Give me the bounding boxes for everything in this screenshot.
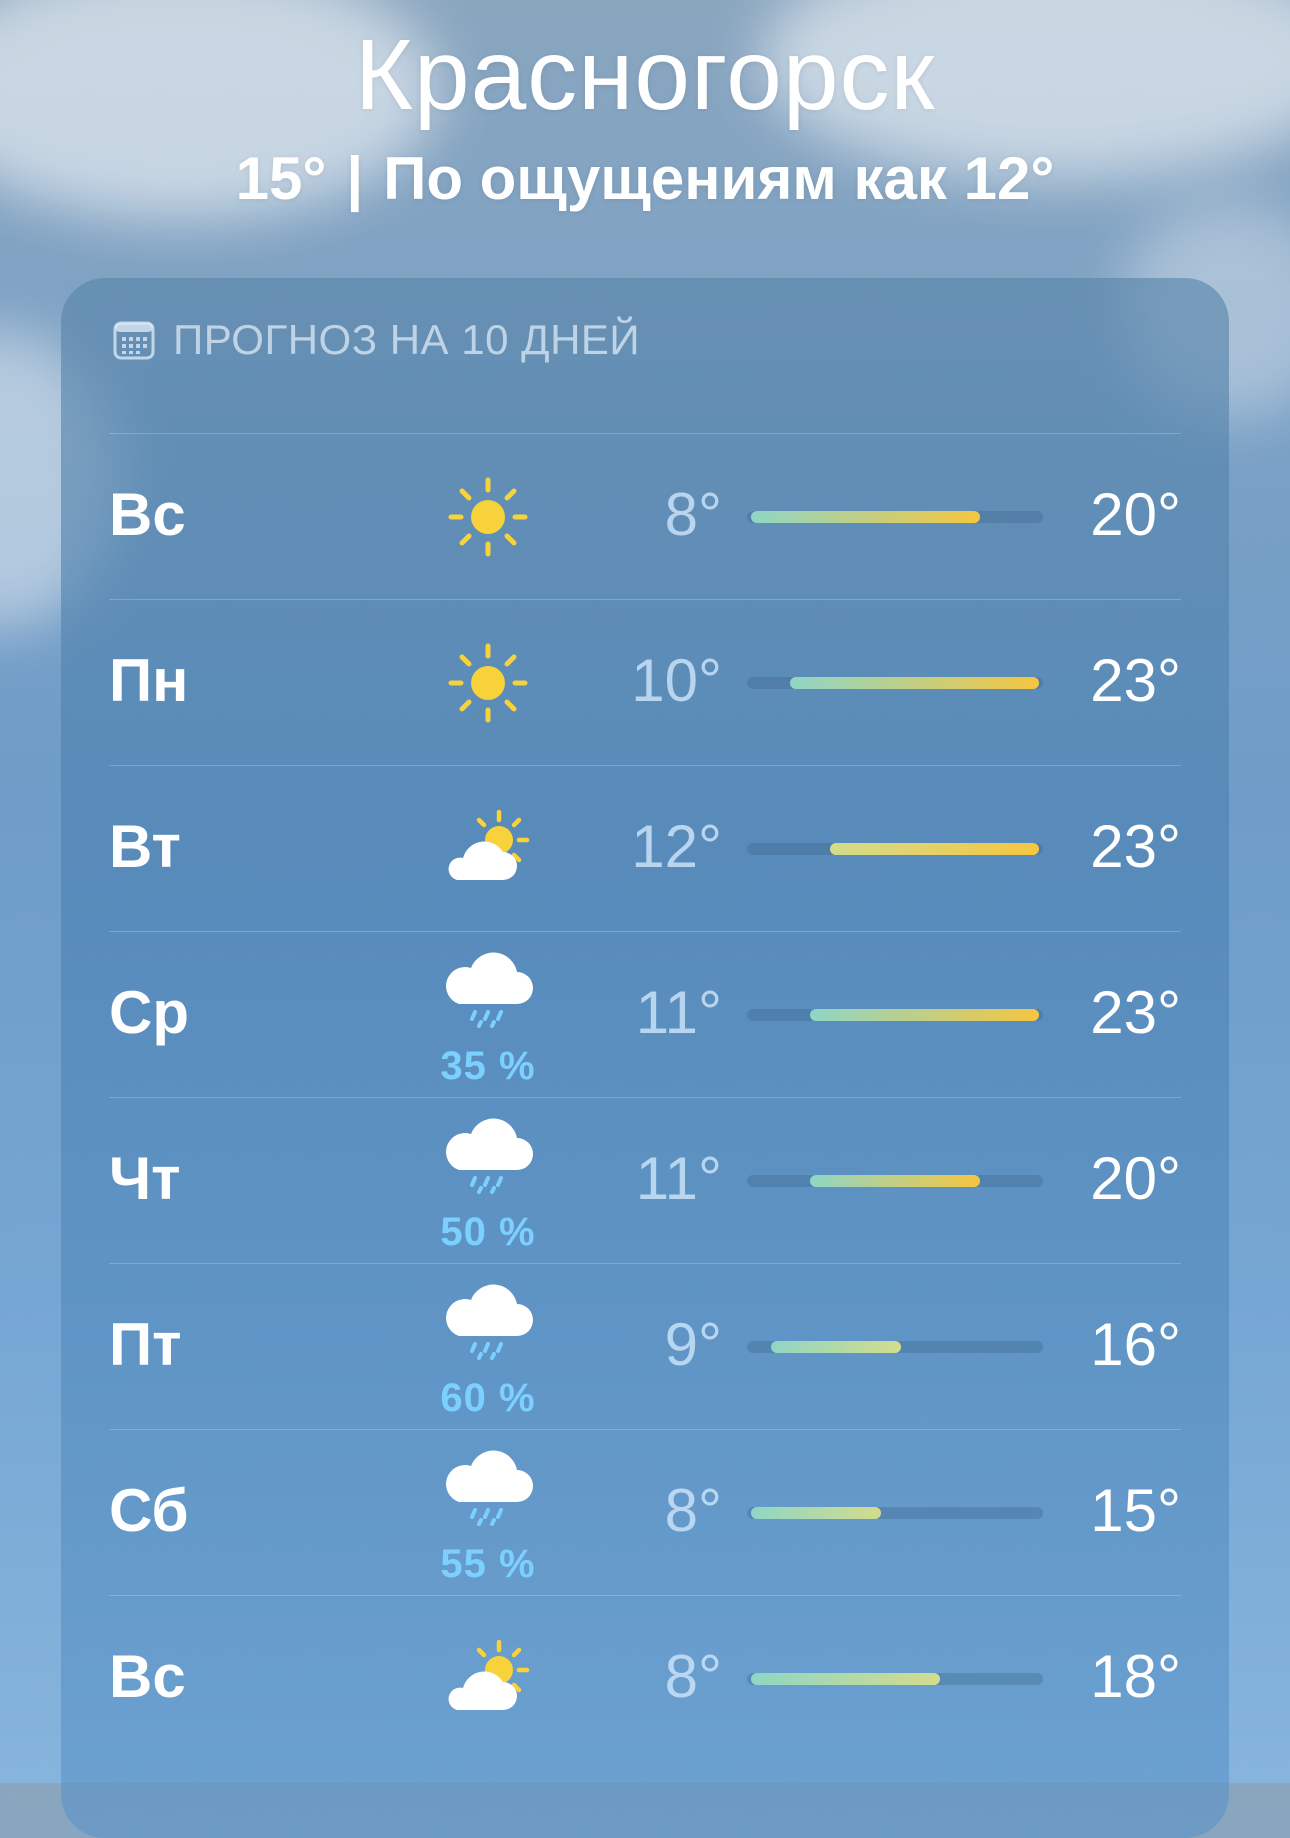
current-conditions: 15° | По ощущениям как 12° [0,144,1290,213]
feels-like-text: По ощущениям как 12° [383,145,1055,212]
city-name: Красногорск [354,19,936,131]
temperature-range-fill [751,1507,882,1519]
temperature-range-bar [747,1673,1043,1685]
precipitation-chance: 50 % [440,1210,536,1254]
day-label: Вт [109,813,181,880]
low-temperature: 8° [664,1643,722,1710]
rain-cloud-icon-graphic [446,1450,533,1526]
temperature-range-fill [810,1009,1039,1021]
high-temperature: 23° [1090,647,1181,714]
low-temperature: 8° [664,1477,722,1544]
sun-icon-graphic [448,643,528,723]
ten-day-forecast-card[interactable]: ПРОГНОЗ НА 10 ДНЕЙ Вс 8° 20° Пн 10° 23° Вт 1… [61,278,1229,1838]
high-temperature: 20° [1090,481,1181,548]
temperature-range-bar [747,1009,1043,1021]
low-temperature: 8° [664,481,722,548]
rain-cloud-icon-graphic [446,952,533,1028]
high-temperature: 23° [1090,979,1181,1046]
forecast-row[interactable]: Вс 8° 20° [109,433,1181,599]
partly-cloudy-icon-graphic [448,809,530,880]
day-label: Вс [109,1643,186,1710]
separator: | [346,145,364,212]
forecast-row[interactable]: Пн 10° 23° [109,599,1181,765]
rain-cloud-icon: 50 % [433,1098,543,1263]
rain-cloud-icon: 35 % [433,932,543,1097]
forecast-title: ПРОГНОЗ НА 10 ДНЕЙ [173,316,641,363]
sun-icon [433,434,543,599]
partly-cloudy-icon [433,1596,543,1761]
day-label: Ср [109,979,189,1046]
forecast-list: Вс 8° 20° Пн 10° 23° Вт 12° 23° Ср 35 % 11° 23° Ч… [109,433,1181,1761]
precipitation-chance: 60 % [440,1376,536,1420]
temperature-range-bar [747,1341,1043,1353]
temperature-range-fill [770,1341,901,1353]
low-temperature: 12° [631,813,722,880]
temperature-range-bar [747,1507,1043,1519]
day-label: Чт [109,1145,181,1212]
forecast-row[interactable]: Чт 50 % 11° 20° [109,1097,1181,1263]
high-temperature: 20° [1090,1145,1181,1212]
rain-cloud-icon-graphic [446,1284,533,1360]
temperature-range-bar [747,511,1043,523]
day-label: Пн [109,647,189,714]
day-label: Вс [109,481,186,548]
precipitation-chance: 55 % [440,1542,536,1586]
forecast-row[interactable]: Сб 55 % 8° 15° [109,1429,1181,1595]
temperature-range-fill [810,1175,980,1187]
temperature-range-bar [747,843,1043,855]
rain-cloud-icon-graphic [446,1118,533,1194]
forecast-row[interactable]: Вт 12° 23° [109,765,1181,931]
low-temperature: 9° [664,1311,722,1378]
low-temperature: 11° [635,979,722,1046]
forecast-row[interactable]: Пт 60 % 9° 16° [109,1263,1181,1429]
temperature-range-fill [790,677,1039,689]
high-temperature: 15° [1090,1477,1181,1544]
forecast-row[interactable]: Ср 35 % 11° 23° [109,931,1181,1097]
rain-cloud-icon: 60 % [433,1264,543,1429]
calendar-icon [113,321,155,360]
current-temperature: 15° [235,145,327,212]
temperature-range-fill [751,511,980,523]
day-label: Сб [109,1477,189,1544]
high-temperature: 16° [1090,1311,1181,1378]
partly-cloudy-icon-graphic [448,1639,530,1710]
temperature-range-bar [747,677,1043,689]
sun-icon [433,600,543,765]
rain-cloud-icon: 55 % [433,1430,543,1595]
high-temperature: 18° [1090,1643,1181,1710]
low-temperature: 11° [635,1145,722,1212]
partly-cloudy-icon [433,766,543,931]
day-label: Пт [109,1311,182,1378]
high-temperature: 23° [1090,813,1181,880]
forecast-header: ПРОГНОЗ НА 10 ДНЕЙ [113,316,640,364]
sun-icon-graphic [448,477,528,557]
low-temperature: 10° [631,647,722,714]
precipitation-chance: 35 % [440,1044,536,1088]
temperature-range-bar [747,1175,1043,1187]
temperature-range-fill [829,843,1039,855]
forecast-row[interactable]: Вс 8° 18° [109,1595,1181,1761]
temperature-range-fill [751,1673,941,1685]
